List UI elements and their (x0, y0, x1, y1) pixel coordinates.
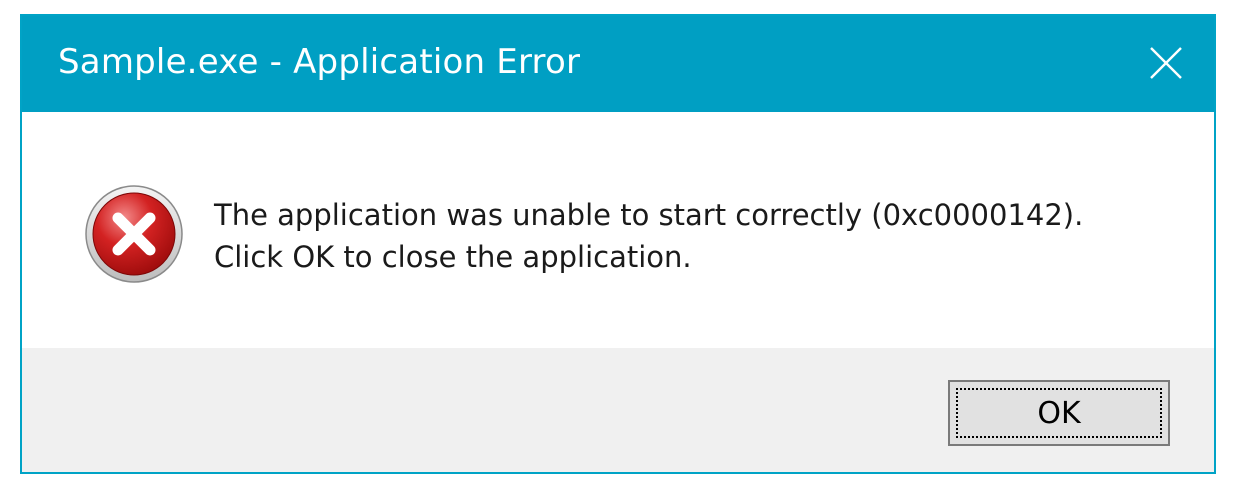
window-title: Sample.exe - Application Error (58, 42, 581, 82)
message-line-2: Click OK to close the application. (214, 240, 692, 274)
close-icon (1150, 47, 1182, 79)
ok-button-label: OK (956, 388, 1162, 438)
ok-button[interactable]: OK (948, 380, 1170, 446)
title-bar[interactable]: Sample.exe - Application Error (22, 16, 1214, 112)
message-line-1: The application was unable to start corr… (214, 198, 1084, 232)
error-message: The application was unable to start corr… (214, 194, 1083, 278)
dialog-footer: OK (22, 348, 1214, 472)
close-button[interactable] (1118, 16, 1214, 112)
error-icon (85, 185, 183, 283)
error-dialog: Sample.exe - Application Error The appli… (20, 14, 1216, 474)
dialog-content: The application was unable to start corr… (22, 112, 1214, 348)
